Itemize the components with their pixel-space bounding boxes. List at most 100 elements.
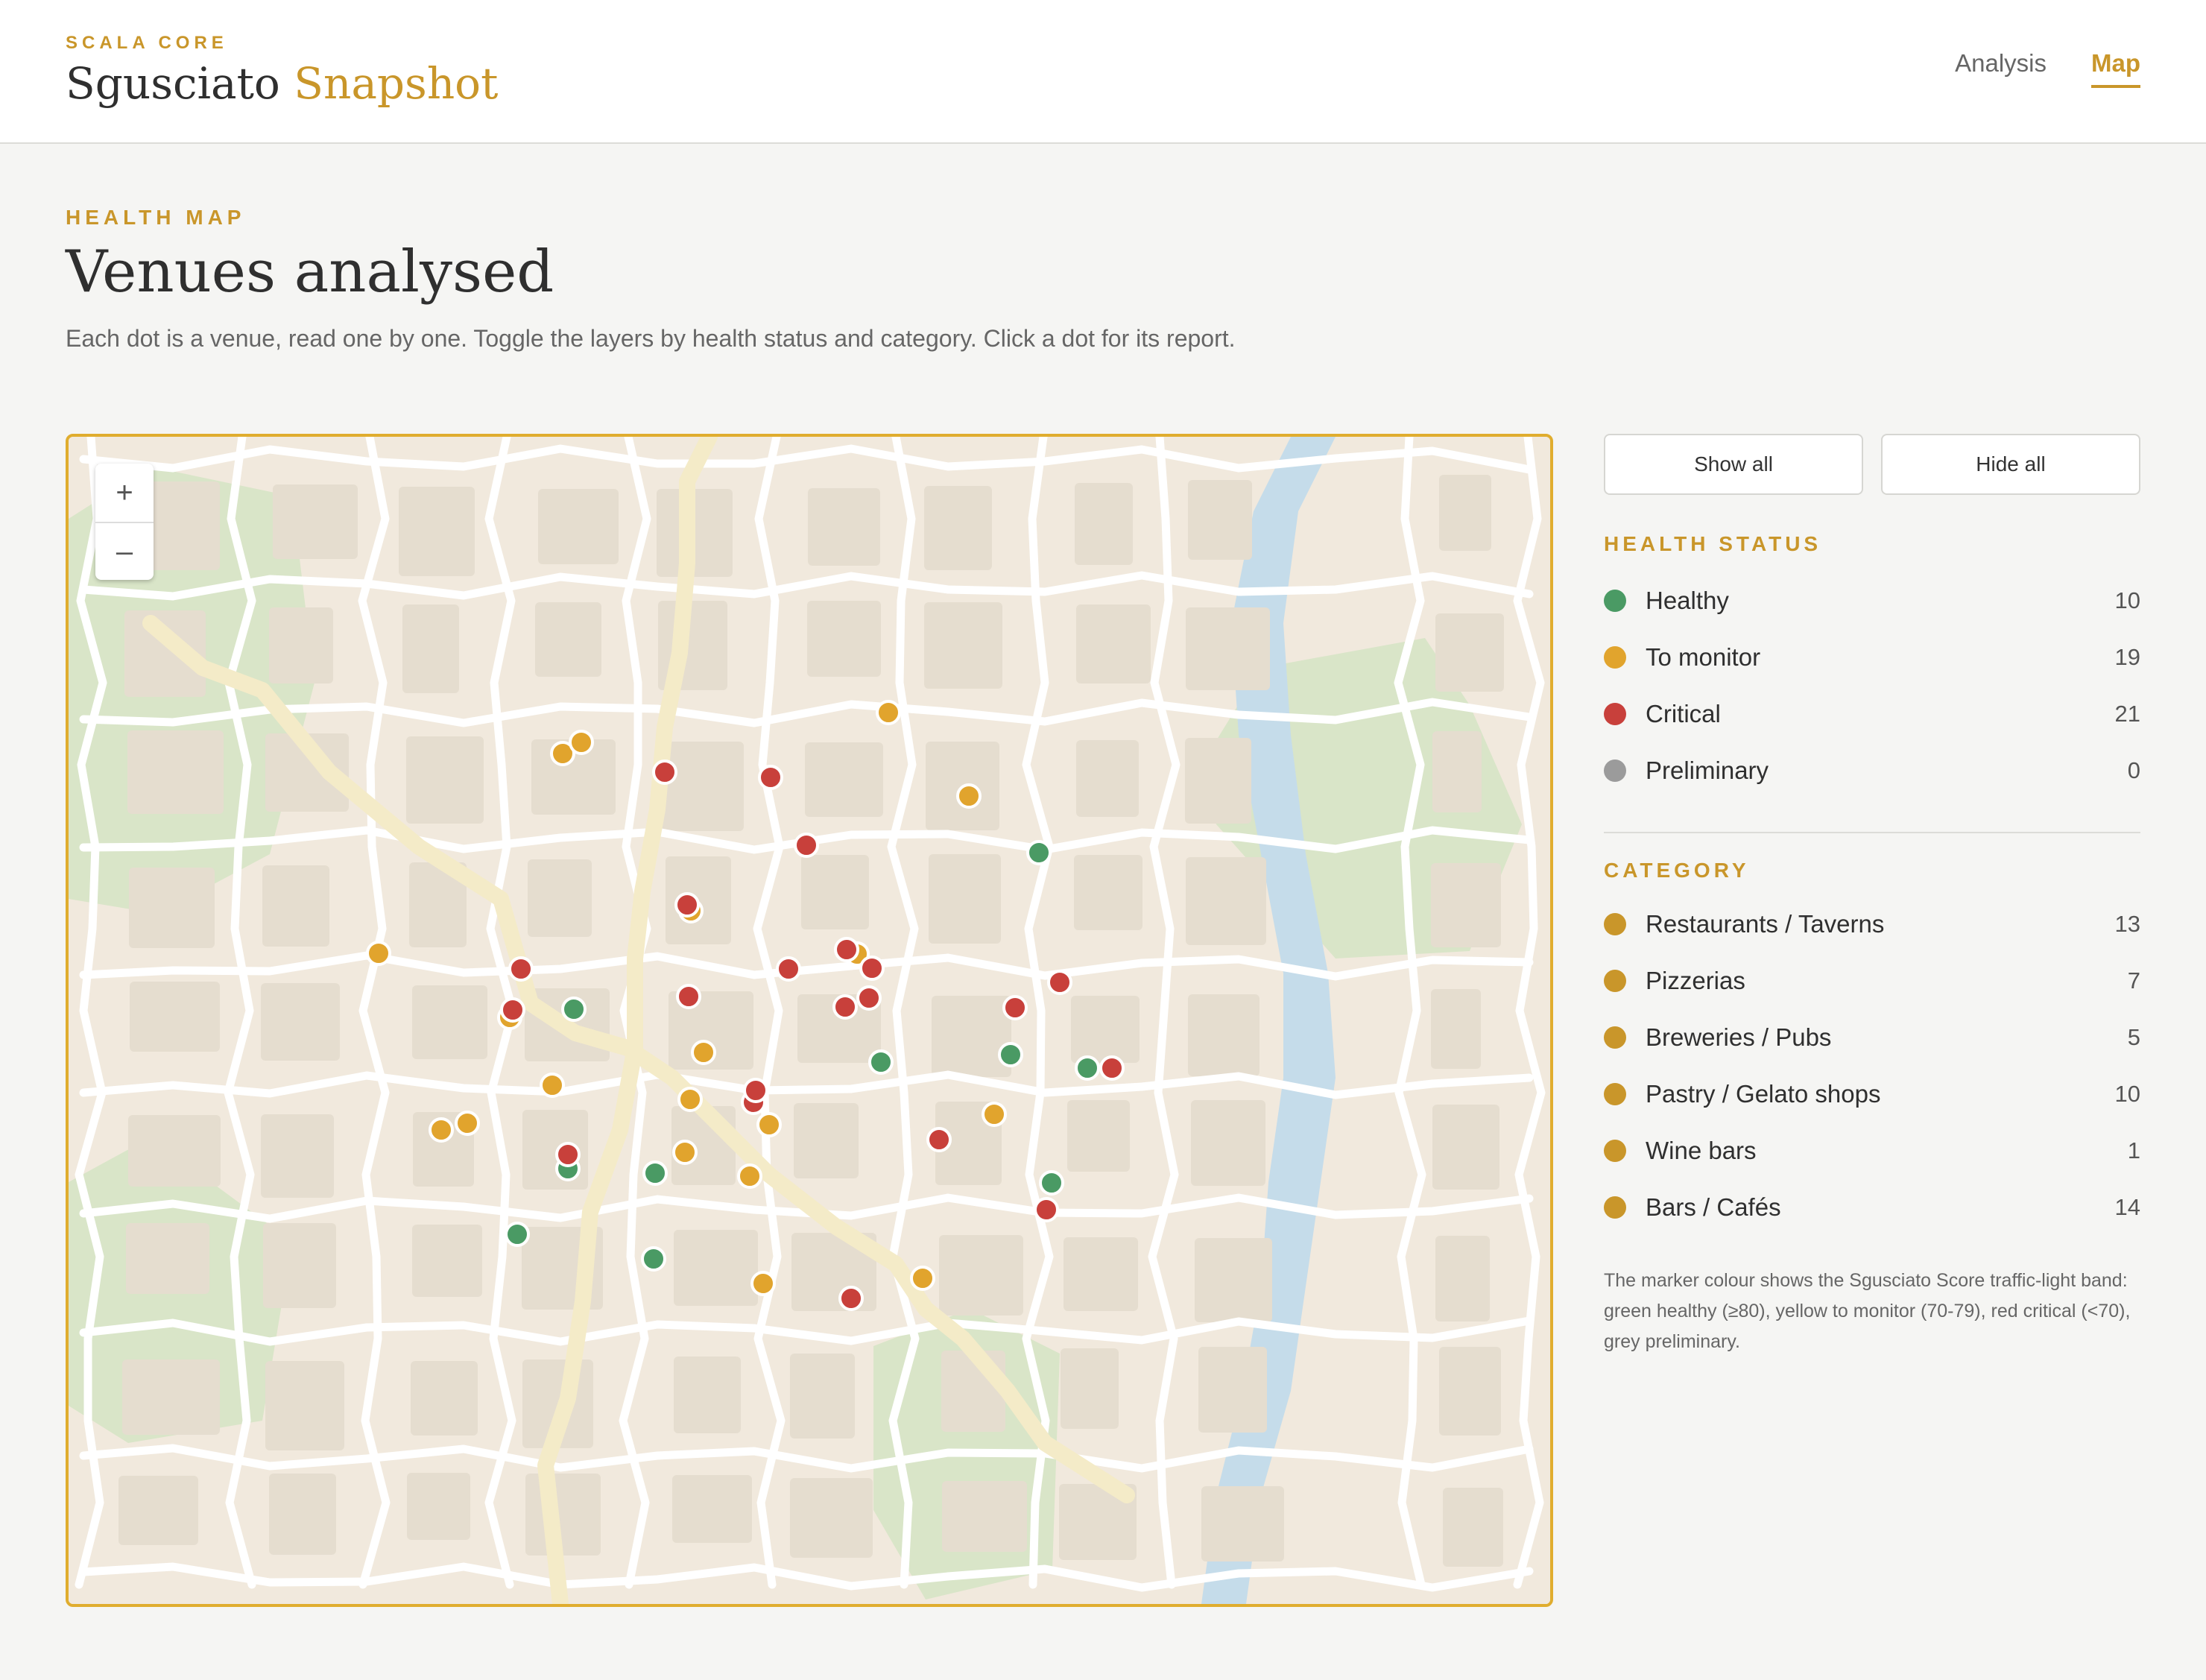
city-block bbox=[1186, 857, 1266, 945]
city-block bbox=[118, 1476, 198, 1545]
venue-marker-healthy[interactable] bbox=[1039, 1170, 1064, 1196]
city-block bbox=[790, 1478, 873, 1558]
map-canvas[interactable] bbox=[69, 437, 1550, 1604]
venue-marker-critical[interactable] bbox=[832, 994, 858, 1020]
venue-map[interactable]: + – bbox=[66, 434, 1553, 1607]
legend-item-wine-bars[interactable]: Wine bars 1 bbox=[1604, 1122, 2140, 1179]
main-nav: Analysis Map bbox=[1955, 49, 2140, 88]
venue-marker-monitor[interactable] bbox=[956, 783, 982, 809]
venue-marker-monitor[interactable] bbox=[366, 941, 391, 966]
legend-item-breweries[interactable]: Breweries / Pubs 5 bbox=[1604, 1009, 2140, 1066]
city-block bbox=[129, 868, 215, 948]
city-block bbox=[1432, 1105, 1499, 1190]
city-block bbox=[1431, 863, 1501, 947]
venue-marker-critical[interactable] bbox=[834, 937, 859, 962]
venue-marker-monitor[interactable] bbox=[677, 1087, 703, 1112]
venue-marker-monitor[interactable] bbox=[756, 1112, 782, 1137]
city-block bbox=[263, 1223, 336, 1308]
zoom-out-button[interactable]: – bbox=[95, 522, 154, 580]
city-block bbox=[807, 601, 881, 677]
city-block bbox=[1188, 994, 1260, 1076]
venue-marker-critical[interactable] bbox=[555, 1142, 581, 1167]
city-block bbox=[1186, 607, 1270, 690]
city-block bbox=[538, 489, 619, 564]
page-title: Venues analysed bbox=[66, 239, 554, 306]
venue-marker-monitor[interactable] bbox=[737, 1163, 762, 1189]
legend-label: Restaurants / Taverns bbox=[1646, 910, 1885, 938]
venue-marker-critical[interactable] bbox=[856, 985, 882, 1011]
venue-marker-critical[interactable] bbox=[776, 956, 801, 982]
city-block bbox=[261, 1114, 334, 1198]
city-block bbox=[1201, 1486, 1284, 1561]
venue-marker-monitor[interactable] bbox=[910, 1266, 935, 1291]
venue-marker-healthy[interactable] bbox=[642, 1160, 668, 1186]
brand-title[interactable]: Sgusciato Snapshot bbox=[66, 58, 498, 109]
venue-marker-critical[interactable] bbox=[676, 984, 701, 1009]
venue-marker-healthy[interactable] bbox=[1075, 1055, 1100, 1081]
city-block bbox=[261, 983, 340, 1061]
venue-marker-monitor[interactable] bbox=[876, 700, 901, 725]
legend-label: Critical bbox=[1646, 700, 1721, 727]
venue-marker-critical[interactable] bbox=[500, 997, 525, 1023]
venue-marker-critical[interactable] bbox=[1047, 970, 1072, 995]
legend-item-to-monitor[interactable]: To monitor 19 bbox=[1604, 629, 2140, 686]
city-block bbox=[265, 1361, 344, 1450]
legend-note: The marker colour shows the Sgusciato Sc… bbox=[1604, 1270, 2131, 1352]
venue-marker-monitor[interactable] bbox=[455, 1111, 480, 1136]
venue-marker-healthy[interactable] bbox=[1026, 840, 1052, 865]
venue-marker-critical[interactable] bbox=[859, 956, 885, 981]
city-block bbox=[1064, 1237, 1138, 1311]
venue-marker-critical[interactable] bbox=[1002, 995, 1028, 1020]
legend-item-pastry[interactable]: Pastry / Gelato shops 10 bbox=[1604, 1066, 2140, 1122]
venue-marker-critical[interactable] bbox=[1034, 1197, 1059, 1222]
preliminary-dot-icon bbox=[1604, 760, 1626, 782]
venue-marker-critical[interactable] bbox=[838, 1286, 864, 1311]
venue-marker-healthy[interactable] bbox=[561, 997, 587, 1022]
legend-item-healthy[interactable]: Healthy 10 bbox=[1604, 572, 2140, 629]
venue-marker-monitor[interactable] bbox=[750, 1271, 776, 1296]
city-block bbox=[1191, 1100, 1265, 1186]
legend-count: 13 bbox=[2114, 911, 2140, 937]
show-all-button[interactable]: Show all bbox=[1604, 434, 1863, 495]
city-block bbox=[262, 865, 329, 947]
city-block bbox=[130, 982, 220, 1052]
legend-item-preliminary[interactable]: Preliminary 0 bbox=[1604, 742, 2140, 799]
zoom-in-button[interactable]: + bbox=[95, 464, 154, 522]
city-block bbox=[794, 1103, 859, 1178]
venue-marker-monitor[interactable] bbox=[982, 1102, 1007, 1127]
nav-analysis[interactable]: Analysis bbox=[1955, 49, 2047, 88]
venue-marker-monitor[interactable] bbox=[429, 1117, 454, 1143]
hide-all-button[interactable]: Hide all bbox=[1881, 434, 2140, 495]
venue-marker-healthy[interactable] bbox=[641, 1246, 666, 1272]
venue-marker-monitor[interactable] bbox=[540, 1073, 565, 1098]
legend-item-restaurants[interactable]: Restaurants / Taverns 13 bbox=[1604, 896, 2140, 953]
city-block bbox=[929, 854, 1001, 944]
venue-marker-critical[interactable] bbox=[758, 765, 783, 790]
city-block bbox=[273, 484, 358, 559]
venue-marker-critical[interactable] bbox=[926, 1127, 952, 1152]
legend-item-pizzerias[interactable]: Pizzerias 7 bbox=[1604, 953, 2140, 1009]
city-block bbox=[406, 736, 484, 824]
category-list: Restaurants / Taverns 13 Pizzerias 7 Bre… bbox=[1604, 896, 2140, 1236]
legend-item-bars-cafes[interactable]: Bars / Cafés 14 bbox=[1604, 1179, 2140, 1236]
nav-map[interactable]: Map bbox=[2091, 49, 2140, 88]
venue-marker-healthy[interactable] bbox=[998, 1042, 1023, 1067]
legend-item-critical[interactable]: Critical 21 bbox=[1604, 686, 2140, 742]
legend-count: 14 bbox=[2114, 1194, 2140, 1220]
venue-marker-critical[interactable] bbox=[743, 1078, 768, 1103]
venue-marker-critical[interactable] bbox=[794, 833, 819, 858]
legend-count: 7 bbox=[2127, 967, 2140, 994]
venue-marker-monitor[interactable] bbox=[569, 730, 594, 755]
venue-marker-critical[interactable] bbox=[1099, 1055, 1125, 1081]
venue-marker-monitor[interactable] bbox=[691, 1040, 716, 1065]
venue-marker-critical[interactable] bbox=[652, 760, 677, 785]
venue-marker-critical[interactable] bbox=[674, 892, 700, 918]
venue-marker-critical[interactable] bbox=[508, 956, 534, 982]
venue-marker-monitor[interactable] bbox=[672, 1140, 698, 1165]
venue-marker-healthy[interactable] bbox=[868, 1049, 894, 1075]
city-block bbox=[672, 1475, 752, 1543]
legend-count: 19 bbox=[2114, 644, 2140, 670]
venue-marker-healthy[interactable] bbox=[505, 1222, 530, 1247]
city-block bbox=[801, 855, 869, 929]
category-dot-icon bbox=[1604, 913, 1626, 935]
